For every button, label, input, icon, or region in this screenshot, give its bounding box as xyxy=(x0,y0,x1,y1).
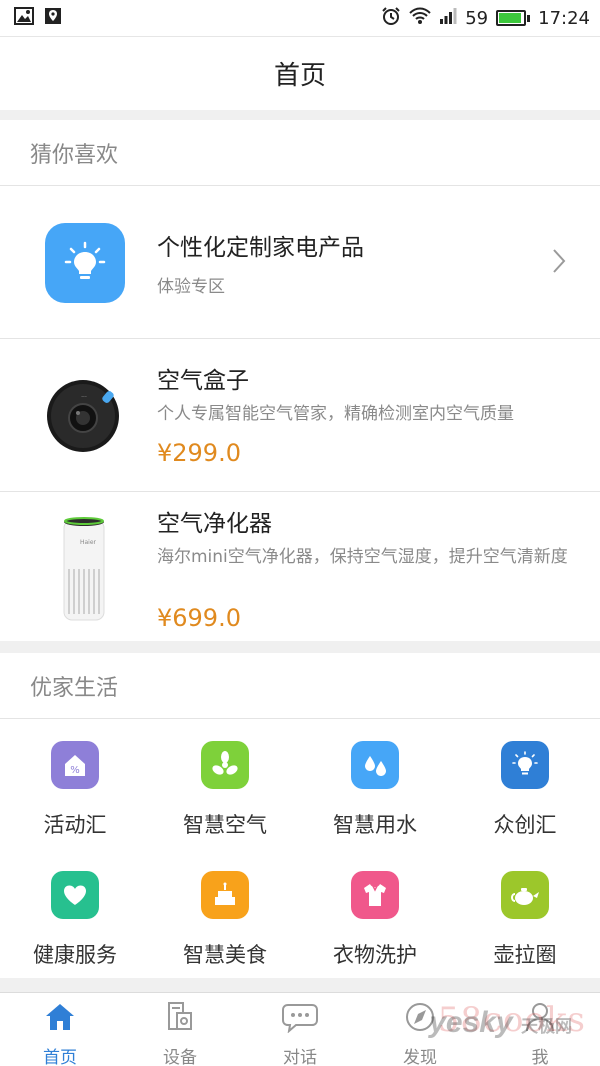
air-box-image: ... xyxy=(44,375,124,459)
service-label: 众创汇 xyxy=(493,813,557,837)
service-label: 活动汇 xyxy=(43,813,107,837)
watermark-yesky-sub: 天极网 xyxy=(521,1017,572,1036)
tab-label: 发现 xyxy=(403,1048,437,1066)
chevron-right-icon xyxy=(552,248,566,278)
heart-icon xyxy=(51,871,99,919)
cake-icon xyxy=(201,871,249,919)
service-label: 壶拉圈 xyxy=(493,943,557,967)
tab-label: 设备 xyxy=(163,1048,197,1066)
teapot-icon xyxy=(501,871,549,919)
page-title: 首页 xyxy=(273,61,326,91)
item-price: ¥299.0 xyxy=(157,439,241,467)
status-bar: 59 17:24 xyxy=(0,0,600,36)
item-price: ¥699.0 xyxy=(157,604,241,632)
service-grid: % 活动汇 智慧空气 智慧用水 众创汇 健康服务 智慧美食 衣物洗护 壶拉圈 xyxy=(0,719,600,979)
item-subtitle: 个人专属智能空气管家，精确检测室内空气质量 xyxy=(157,404,514,424)
svg-text:%: % xyxy=(70,765,80,776)
chat-icon xyxy=(280,1001,320,1037)
device-icon xyxy=(163,1001,197,1037)
item-title: 空气盒子 xyxy=(157,368,249,394)
service-teapot[interactable]: 壶拉圈 xyxy=(450,849,600,979)
recommend-item-custom[interactable]: 个性化定制家电产品 体验专区 xyxy=(0,186,600,339)
service-label: 衣物洗护 xyxy=(333,943,417,967)
lightbulb-icon xyxy=(45,223,125,303)
watermark-yesky: yesky 天极网 xyxy=(429,1006,572,1040)
recommend-item-purifier[interactable]: Haier 空气净化器 海尔mini空气净化器，保持空气湿度，提升空气清新度 ¥… xyxy=(0,492,600,645)
home-icon xyxy=(43,1001,77,1037)
tab-home[interactable]: 首页 xyxy=(0,993,120,1066)
alarm-icon xyxy=(381,6,401,31)
clock-time: 17:24 xyxy=(538,7,590,29)
activity-house-icon: % xyxy=(51,741,99,789)
item-title: 空气净化器 xyxy=(157,511,272,537)
battery-icon xyxy=(496,10,531,26)
air-purifier-image: Haier xyxy=(58,514,110,628)
tab-label: 首页 xyxy=(43,1048,77,1066)
water-drops-icon xyxy=(351,741,399,789)
item-subtitle: 体验专区 xyxy=(157,277,225,297)
recommend-item-air-box[interactable]: ... 空气盒子 个人专属智能空气管家，精确检测室内空气质量 ¥299.0 xyxy=(0,339,600,492)
tab-label: 对话 xyxy=(283,1048,317,1066)
item-title: 个性化定制家电产品 xyxy=(157,235,364,261)
tab-label: 我 xyxy=(531,1048,549,1066)
section-title-recommend: 猜你喜欢 xyxy=(0,120,600,186)
service-label: 智慧空气 xyxy=(183,813,267,837)
wifi-icon xyxy=(409,7,431,30)
shirt-icon xyxy=(351,871,399,919)
fan-icon xyxy=(201,741,249,789)
cellular-signal-icon xyxy=(439,7,457,30)
service-health[interactable]: 健康服务 xyxy=(0,849,150,979)
section-title-life: 优家生活 xyxy=(0,653,600,719)
tab-devices[interactable]: 设备 xyxy=(120,993,240,1066)
app-header: 首页 xyxy=(0,36,600,110)
recommend-section: 猜你喜欢 个性化定制家电产品 体验专区 ... 空气盒子 个人专属智能空气管家，… xyxy=(0,120,600,641)
svg-text:Haier: Haier xyxy=(80,539,97,546)
lightbulb-icon xyxy=(501,741,549,789)
service-smart-water[interactable]: 智慧用水 xyxy=(300,719,450,849)
watermark-yesky-text: yesky xyxy=(429,1006,513,1039)
service-label: 智慧用水 xyxy=(333,813,417,837)
tab-chat[interactable]: 对话 xyxy=(240,993,360,1066)
gallery-icon xyxy=(14,7,34,29)
item-subtitle: 海尔mini空气净化器，保持空气湿度，提升空气清新度 xyxy=(157,547,568,567)
location-icon xyxy=(44,7,62,29)
service-smart-food[interactable]: 智慧美食 xyxy=(150,849,300,979)
signal-level: 59 xyxy=(465,7,489,29)
service-label: 健康服务 xyxy=(33,943,117,967)
life-section: 优家生活 % 活动汇 智慧空气 智慧用水 众创汇 健康服务 智慧美食 衣物洗护 … xyxy=(0,653,600,978)
service-crowd-innovation[interactable]: 众创汇 xyxy=(450,719,600,849)
service-activity[interactable]: % 活动汇 xyxy=(0,719,150,849)
service-label: 智慧美食 xyxy=(183,943,267,967)
service-laundry[interactable]: 衣物洗护 xyxy=(300,849,450,979)
service-smart-air[interactable]: 智慧空气 xyxy=(150,719,300,849)
svg-text:...: ... xyxy=(81,392,87,399)
